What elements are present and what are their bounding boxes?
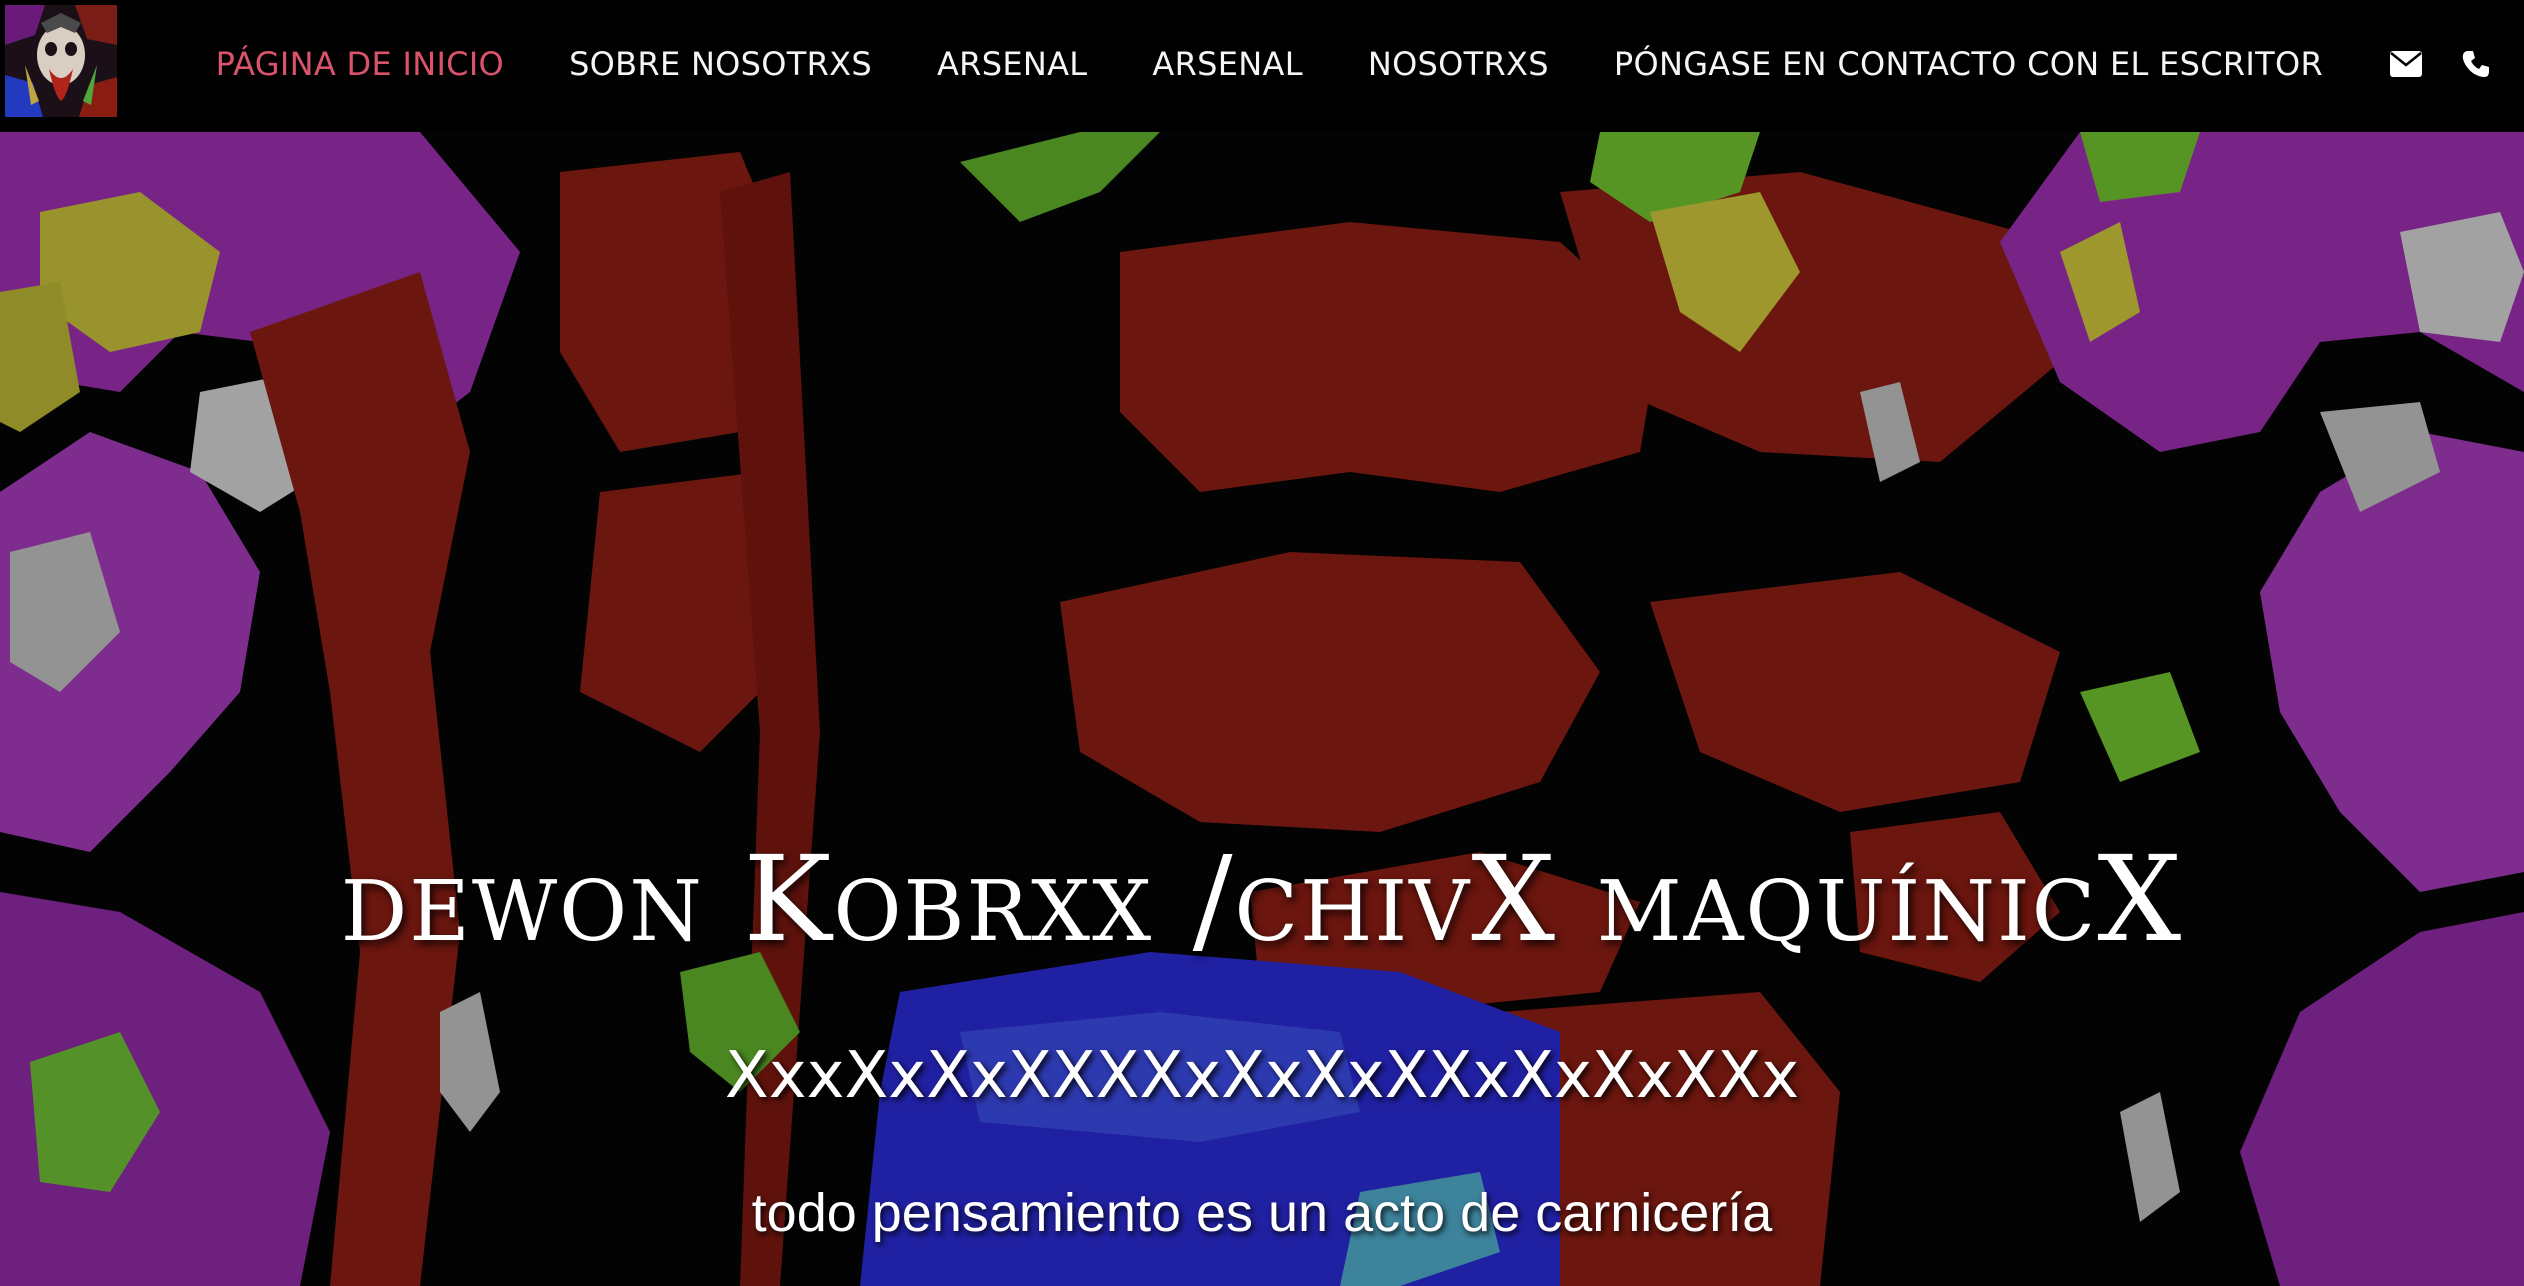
main-nav: PÁGINA DE INICIO SOBRE NOSOTRXS ARSENAL …: [216, 0, 2524, 128]
envelope-icon[interactable]: [2388, 46, 2424, 82]
site-header: PÁGINA DE INICIO SOBRE NOSOTRXS ARSENAL …: [0, 0, 2524, 132]
hero-title: dewon Kobrxx /chivX maquínicX: [340, 830, 2184, 968]
hero-tagline: todo pensamiento es un acto de carnicerí…: [751, 1183, 1773, 1243]
nav-item-us[interactable]: NOSOTRXS: [1368, 45, 1549, 83]
site-logo[interactable]: [5, 5, 117, 117]
page: PÁGINA DE INICIO SOBRE NOSOTRXS ARSENAL …: [0, 0, 2524, 1286]
nav-item-home[interactable]: PÁGINA DE INICIO: [216, 45, 504, 83]
nav-item-contact[interactable]: PÓNGASE EN CONTACTO CON EL ESCRITOR: [1614, 45, 2323, 83]
phone-icon[interactable]: [2458, 46, 2494, 82]
nav-item-about-us[interactable]: SOBRE NOSOTRXS: [569, 45, 872, 83]
nav-item-arsenal[interactable]: ARSENAL: [937, 45, 1087, 83]
hero-subtitle: XxxXxXxXXXXxXxXxXXxXxXxXXx: [724, 1039, 1800, 1113]
logo-artwork-icon: [5, 5, 117, 117]
nav-item-arsenal-2[interactable]: ARSENAL: [1152, 45, 1302, 83]
hero-section: dewon Kobrxx /chivX maquínicX XxxXxXxXXX…: [0, 132, 2524, 1286]
